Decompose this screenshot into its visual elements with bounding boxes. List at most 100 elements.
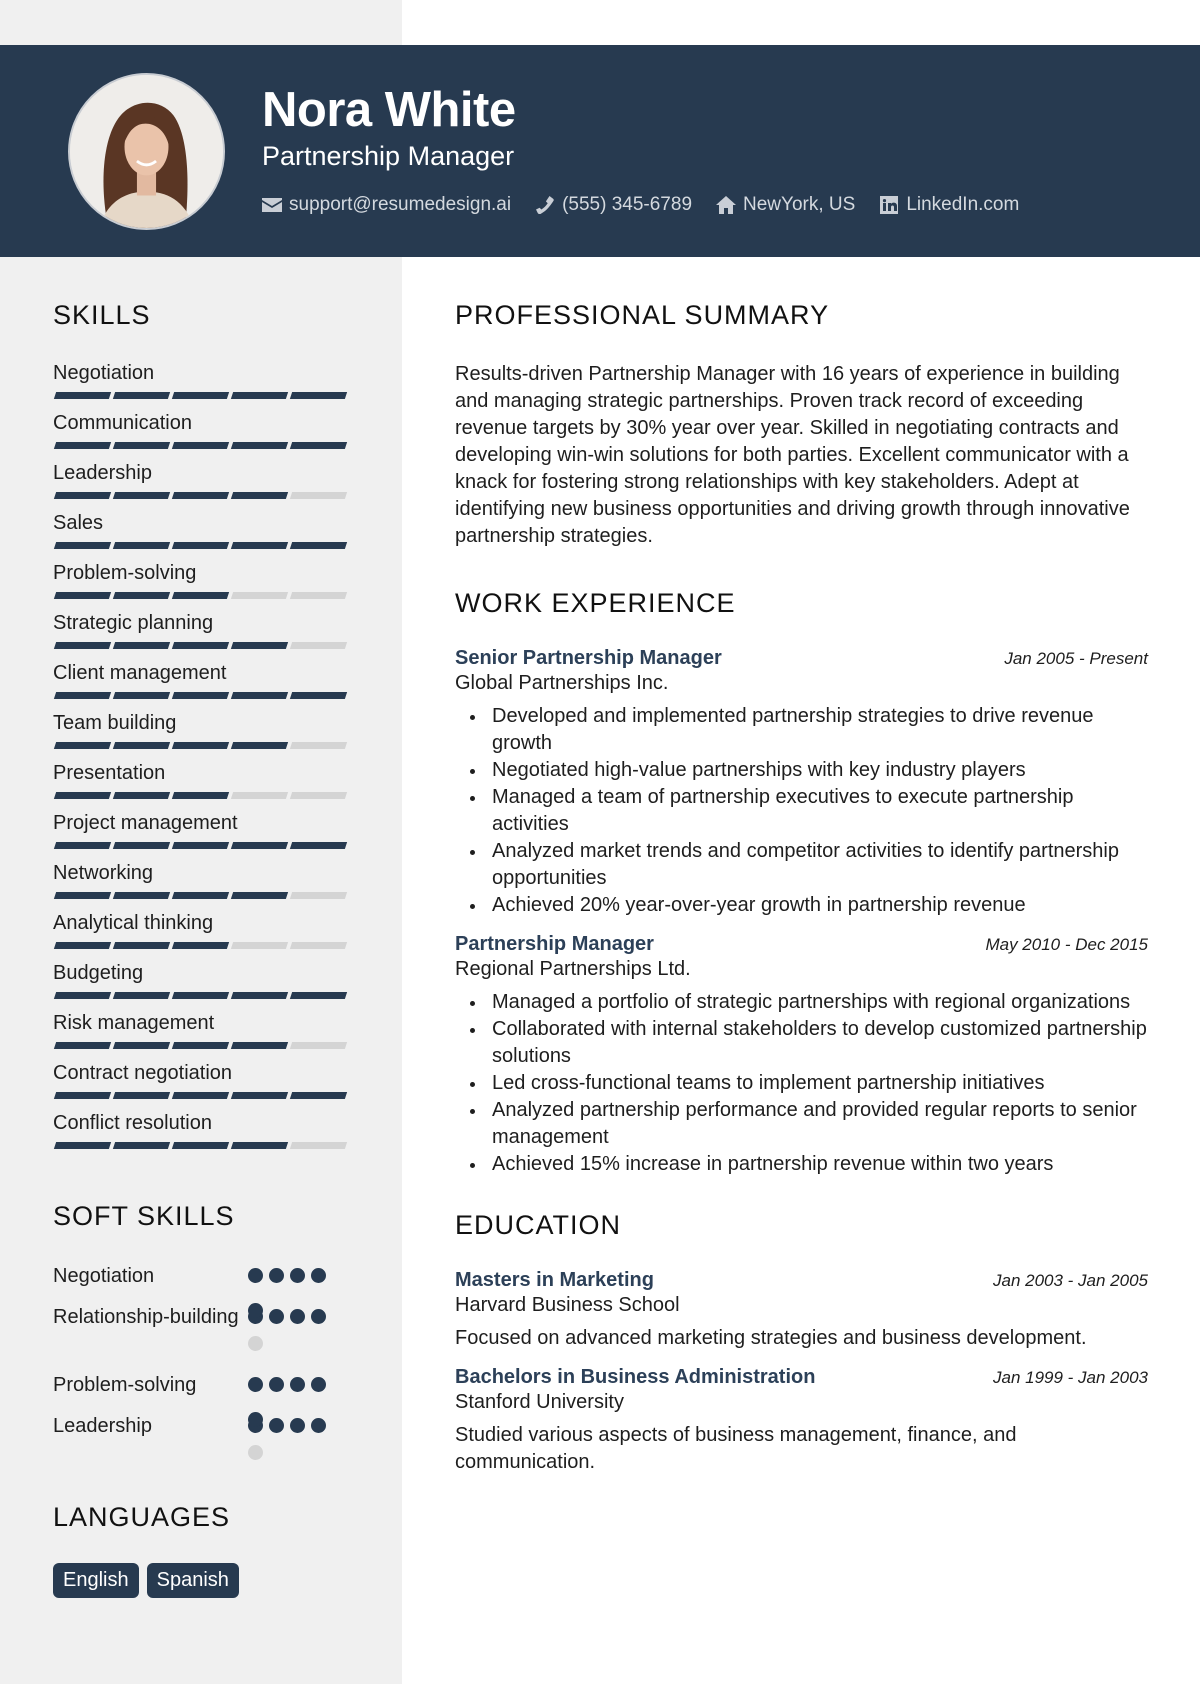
contact-phone[interactable]: (555) 345-6789 xyxy=(535,194,692,216)
soft-skill-item: Negotiation xyxy=(53,1262,353,1295)
skill-item: Presentation xyxy=(53,761,353,811)
job-bullet: Analyzed market trends and competitor ac… xyxy=(470,838,1148,892)
skill-bar-filled xyxy=(289,542,348,549)
job-title: Senior Partnership Manager xyxy=(455,647,722,669)
skill-level-meter xyxy=(53,592,353,599)
skill-name: Client management xyxy=(53,662,227,684)
skill-bar-filled xyxy=(112,392,171,399)
linkedin-icon xyxy=(879,196,899,214)
rating-dot-filled xyxy=(269,1418,284,1433)
degree-name: Bachelors in Business Administration xyxy=(455,1366,816,1388)
soft-skill-rating xyxy=(248,1303,333,1363)
skill-level-meter xyxy=(53,942,353,949)
skill-item: Budgeting xyxy=(53,961,353,1011)
skill-bar-filled xyxy=(171,792,230,799)
skill-bar-filled xyxy=(171,842,230,849)
skill-bar-filled xyxy=(289,392,348,399)
skill-bar-empty xyxy=(289,942,348,949)
education-list: Masters in Marketing Jan 2003 - Jan 2005 H… xyxy=(455,1269,1148,1476)
job-bullets: Developed and implemented partnership st… xyxy=(455,703,1148,919)
skill-name: Team building xyxy=(53,712,177,734)
job-header: Partnership Manager May 2010 - Dec 2015 xyxy=(455,933,1148,956)
rating-dot-empty xyxy=(248,1336,263,1351)
education-header: Masters in Marketing Jan 2003 - Jan 2005 xyxy=(455,1269,1148,1292)
language-badge: Spanish xyxy=(146,1563,239,1598)
skill-bar-empty xyxy=(289,642,348,649)
skill-bar-filled xyxy=(53,742,112,749)
job-bullet: Managed a portfolio of strategic partner… xyxy=(470,989,1148,1016)
job-bullet: Analyzed partnership performance and pro… xyxy=(470,1097,1148,1151)
soft-skill-rating xyxy=(248,1371,333,1404)
skill-bar-filled xyxy=(171,442,230,449)
rating-dot-filled xyxy=(311,1268,326,1283)
soft-skill-rating xyxy=(248,1412,333,1472)
skill-bar-filled xyxy=(171,1042,230,1049)
skill-bar-filled xyxy=(230,392,289,399)
contact-linkedin[interactable]: LinkedIn.com xyxy=(879,194,1019,216)
contact-email[interactable]: support@resumedesign.ai xyxy=(262,194,511,216)
education-entry: Masters in Marketing Jan 2003 - Jan 2005 H… xyxy=(455,1269,1148,1352)
contact-location[interactable]: NewYork, US xyxy=(716,194,855,216)
skill-bar-filled xyxy=(53,1042,112,1049)
skill-level-meter xyxy=(53,742,353,749)
skill-bar-filled xyxy=(53,1092,112,1099)
rating-dot-filled xyxy=(311,1418,326,1433)
skill-bar-filled xyxy=(53,1142,112,1149)
skill-bar-filled xyxy=(112,692,171,699)
skill-item: Negotiation xyxy=(53,361,353,411)
skills-list: Negotiation Communication Leadership Sales P… xyxy=(53,361,353,1161)
skill-bar-filled xyxy=(112,792,171,799)
rating-dot-filled xyxy=(269,1309,284,1324)
job-date: Jan 2005 - Present xyxy=(1004,649,1148,668)
skill-name: Risk management xyxy=(53,1012,215,1034)
skill-bar-filled xyxy=(289,992,348,999)
rating-dot-empty xyxy=(248,1445,263,1460)
skill-bar-filled xyxy=(230,992,289,999)
skill-item: Project management xyxy=(53,811,353,861)
skill-bar-filled xyxy=(289,692,348,699)
job-company: Regional Partnerships Ltd. xyxy=(455,958,691,980)
skill-item: Conflict resolution xyxy=(53,1111,353,1161)
skill-item: Leadership xyxy=(53,461,353,511)
skill-name: Budgeting xyxy=(53,962,144,984)
skill-bar-filled xyxy=(171,992,230,999)
contact-email-text: support@resumedesign.ai xyxy=(289,194,512,215)
skill-level-meter xyxy=(53,1142,353,1149)
education-date: Jan 1999 - Jan 2003 xyxy=(992,1368,1148,1387)
summary-text: Results-driven Partnership Manager with … xyxy=(455,363,1130,547)
job-title: Partnership Manager xyxy=(455,933,654,955)
envelope-icon xyxy=(262,196,282,214)
skill-item: Contract negotiation xyxy=(53,1061,353,1111)
soft-skills-list: Negotiation Relationship-building Problem-… xyxy=(53,1262,353,1472)
education-date: Jan 2003 - Jan 2005 xyxy=(992,1271,1148,1290)
skill-bar-filled xyxy=(112,1042,171,1049)
soft-skill-item: Relationship-building xyxy=(53,1303,353,1363)
skill-bar-filled xyxy=(53,992,112,999)
skill-bar-filled xyxy=(230,1092,289,1099)
skill-bar-filled xyxy=(230,1042,289,1049)
skills-heading: SKILLS xyxy=(53,300,151,330)
skill-level-meter xyxy=(53,792,353,799)
skill-name: Contract negotiation xyxy=(53,1062,233,1084)
rating-dot-filled xyxy=(311,1377,326,1392)
soft-skills-heading: SOFT SKILLS xyxy=(53,1201,235,1231)
skill-bar-filled xyxy=(53,792,112,799)
skill-level-meter xyxy=(53,1092,353,1099)
skill-level-meter xyxy=(53,542,353,549)
skill-item: Problem-solving xyxy=(53,561,353,611)
skill-name: Problem-solving xyxy=(53,562,197,584)
skill-item: Analytical thinking xyxy=(53,911,353,961)
skill-name: Networking xyxy=(53,862,154,884)
skill-bar-filled xyxy=(171,642,230,649)
skill-level-meter xyxy=(53,492,353,499)
skill-bar-empty xyxy=(289,892,348,899)
skill-bar-filled xyxy=(112,592,171,599)
rating-dot-filled xyxy=(311,1309,326,1324)
skill-bar-filled xyxy=(112,1092,171,1099)
portrait-icon xyxy=(70,75,223,228)
skill-bar-filled xyxy=(53,442,112,449)
job-list: Senior Partnership Manager Jan 2005 - Pre… xyxy=(455,647,1148,1178)
skill-bar-filled xyxy=(171,392,230,399)
job-bullet: Developed and implemented partnership st… xyxy=(470,703,1148,757)
skill-name: Analytical thinking xyxy=(53,912,214,934)
